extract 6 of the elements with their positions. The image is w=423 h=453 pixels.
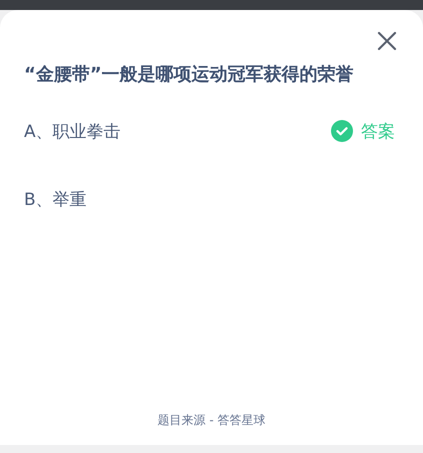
option-text[interactable]: A、职业拳击 — [24, 120, 121, 142]
answer-label: 答案 — [361, 120, 395, 142]
question-text: “金腰带”一般是哪项运动冠军获得的荣誉 — [24, 63, 355, 87]
option-text[interactable]: B、举重 — [24, 188, 87, 210]
close-icon[interactable] — [377, 31, 397, 51]
source-text: 题目来源 - 答答星球 — [158, 412, 266, 429]
